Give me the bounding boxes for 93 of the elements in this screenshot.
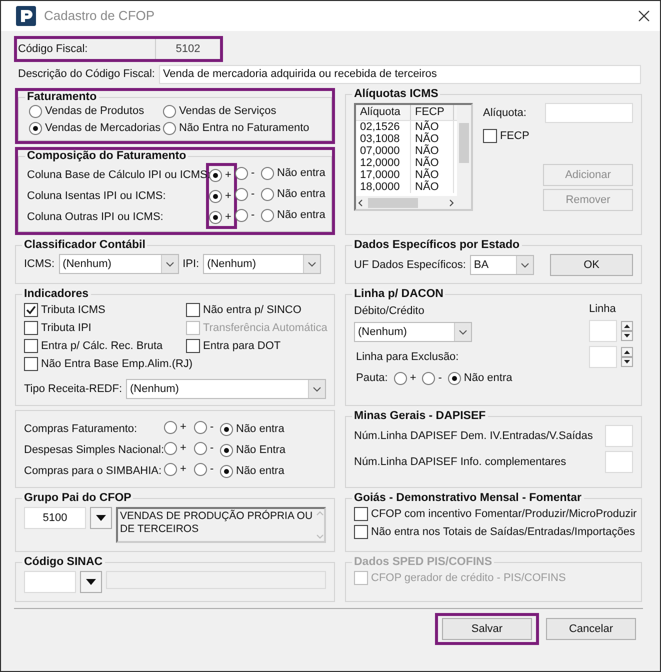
table-cell: NÃO — [411, 157, 454, 169]
table-cell: NÃO — [411, 121, 454, 133]
table-cell: 02,1526 — [356, 121, 411, 133]
checkbox-label: Tributa ICMS — [41, 304, 106, 316]
radio-label: Vendas de Serviços — [179, 105, 276, 118]
table-cell: 07,0000 — [356, 145, 411, 157]
field-label: Núm.Linha DAPISEF Dem. IV.Entradas/V.Saídas — [354, 430, 593, 442]
row-label: Compras para o SIMBAHIA: — [24, 465, 163, 478]
code-field: 5102 — [155, 39, 220, 59]
field-label: IPI: — [182, 258, 200, 270]
radio-label: Não entra — [277, 167, 326, 180]
checkbox-label: Entra para DOT — [203, 340, 281, 352]
checkbox-label: Transferência Automática — [203, 322, 328, 334]
radio-label: + — [225, 211, 232, 224]
radio-label: Não entra — [464, 372, 512, 385]
table-cell: 03,1008 — [356, 133, 411, 145]
radio-label: Não entra — [277, 188, 326, 201]
table-cell: NÃO — [411, 181, 454, 193]
group-description: VENDAS DE PRODUÇÃO PRÓPRIA OU DE TERCEIROS — [119, 509, 314, 537]
field-label: Alíquota: — [483, 106, 526, 120]
dialog-button[interactable]: Cancelar — [546, 618, 636, 640]
checkbox-label: Não entra p/ SINCO — [203, 304, 302, 316]
row-label: Coluna Outras IPI ou ICMS: — [27, 211, 164, 224]
radio-label: Não entra — [277, 209, 326, 222]
radio-label: - — [210, 442, 214, 455]
group-title: Dados SPED PIS/COFINS — [353, 556, 494, 569]
radio-label: Não entra — [236, 423, 284, 436]
field-label: UF Dados Específicos: — [354, 258, 466, 272]
radio-label: Vendas de Mercadorias — [45, 122, 161, 135]
radio-label: Não Entra — [236, 444, 286, 457]
radio-label: - — [251, 167, 255, 180]
radio-label: + — [225, 169, 232, 182]
field-label: Pauta: — [356, 372, 388, 385]
radio-label: Não Entra no Faturamento — [179, 122, 310, 135]
group-title: Faturamento — [26, 91, 98, 104]
group-title: Classificador Contábil — [23, 239, 146, 252]
ok-button[interactable]: OK — [550, 254, 633, 276]
state-dropdown[interactable]: BA — [470, 255, 534, 275]
checkbox-label: CFOP com incentivo Fomentar/Produzir/MicroProduzir — [371, 508, 637, 520]
radio-label: - — [210, 463, 214, 476]
group-title: Código SINAC — [23, 556, 104, 569]
row-label: Coluna Isentas IPI ou ICMS: — [27, 190, 167, 203]
checkbox-label: Não Entra Base Emp.Alim.(RJ) — [41, 358, 193, 370]
row-label: Despesas Simples Nacional: — [24, 444, 164, 457]
table-cell: 12,0000 — [356, 157, 411, 169]
checkbox-label: FECP — [500, 130, 530, 142]
group-title: Indicadores — [23, 288, 90, 301]
table-cell: NÃO — [411, 145, 454, 157]
radio-label: + — [225, 190, 232, 203]
table-cell: 18,0000 — [356, 181, 411, 193]
checkbox-label: Tributa IPI — [41, 322, 92, 334]
field-label: Código Fiscal: — [17, 42, 89, 56]
radio-label: - — [251, 209, 255, 222]
radio-label: - — [438, 372, 442, 385]
description-field[interactable]: Venda de mercadoria adquirida ou recebida de terceiros — [158, 65, 641, 84]
revenue-type-dropdown[interactable]: (Nenhum) — [126, 379, 326, 399]
dialog-button[interactable]: Salvar — [442, 618, 532, 640]
group-title: Grupo Pai do CFOP — [23, 492, 132, 505]
group-title: Linha p/ DACON — [353, 288, 444, 301]
group-title: Goiás - Demonstrativo Mensal - Fomentar — [353, 492, 582, 505]
column-header[interactable]: FECP — [411, 105, 454, 120]
radio-label: Vendas de Produtos — [45, 105, 144, 118]
account-dropdown[interactable]: (Nenhum) — [58, 254, 179, 274]
field-label: Linha — [589, 303, 617, 316]
table-cell: NÃO — [411, 133, 454, 145]
field-label: ICMS: — [24, 258, 55, 270]
radio-label: - — [210, 421, 214, 434]
field-label: Descrição do Código Fiscal: — [18, 68, 155, 81]
radio-label: + — [410, 372, 416, 385]
account-dropdown[interactable]: (Nenhum) — [203, 254, 322, 274]
field-label: Núm.Linha DAPISEF Info. complementares — [354, 456, 566, 468]
radio-label: + — [180, 463, 186, 476]
group-title: Minas Gerais - DAPISEF — [353, 410, 487, 423]
radio-label: - — [251, 188, 255, 201]
field-label: Débito/Crédito — [354, 305, 426, 318]
table-cell: NÃO — [411, 169, 454, 181]
field-label: Linha para Exclusão: — [356, 350, 459, 364]
table-cell: 17,0000 — [356, 169, 411, 181]
row-label: Compras Faturamento: — [24, 423, 138, 436]
group-title: Composição do Faturamento — [26, 150, 188, 163]
column-header[interactable]: Alíquota — [356, 105, 411, 120]
window-title: Cadastro de CFOP — [44, 8, 156, 24]
radio-label: + — [180, 421, 186, 434]
group-title: Alíquotas ICMS — [353, 88, 440, 101]
debit-credit-dropdown[interactable]: (Nenhum) — [354, 322, 472, 342]
field-label: Tipo Receita-REDF: — [24, 382, 122, 396]
parent-group-field[interactable]: 5100 — [24, 507, 86, 529]
radio-label: Não entra — [236, 465, 284, 478]
radio-label: + — [180, 442, 186, 455]
checkbox-label: Não entra nos Totais de Saídas/Entradas/Importações — [371, 526, 635, 538]
group-title: Dados Específicos por Estado — [353, 239, 521, 252]
checkbox-label: Entra p/ Cálc. Rec. Bruta — [41, 340, 163, 352]
checkbox-label: CFOP gerador de crédito - PIS/COFINS — [371, 572, 566, 584]
